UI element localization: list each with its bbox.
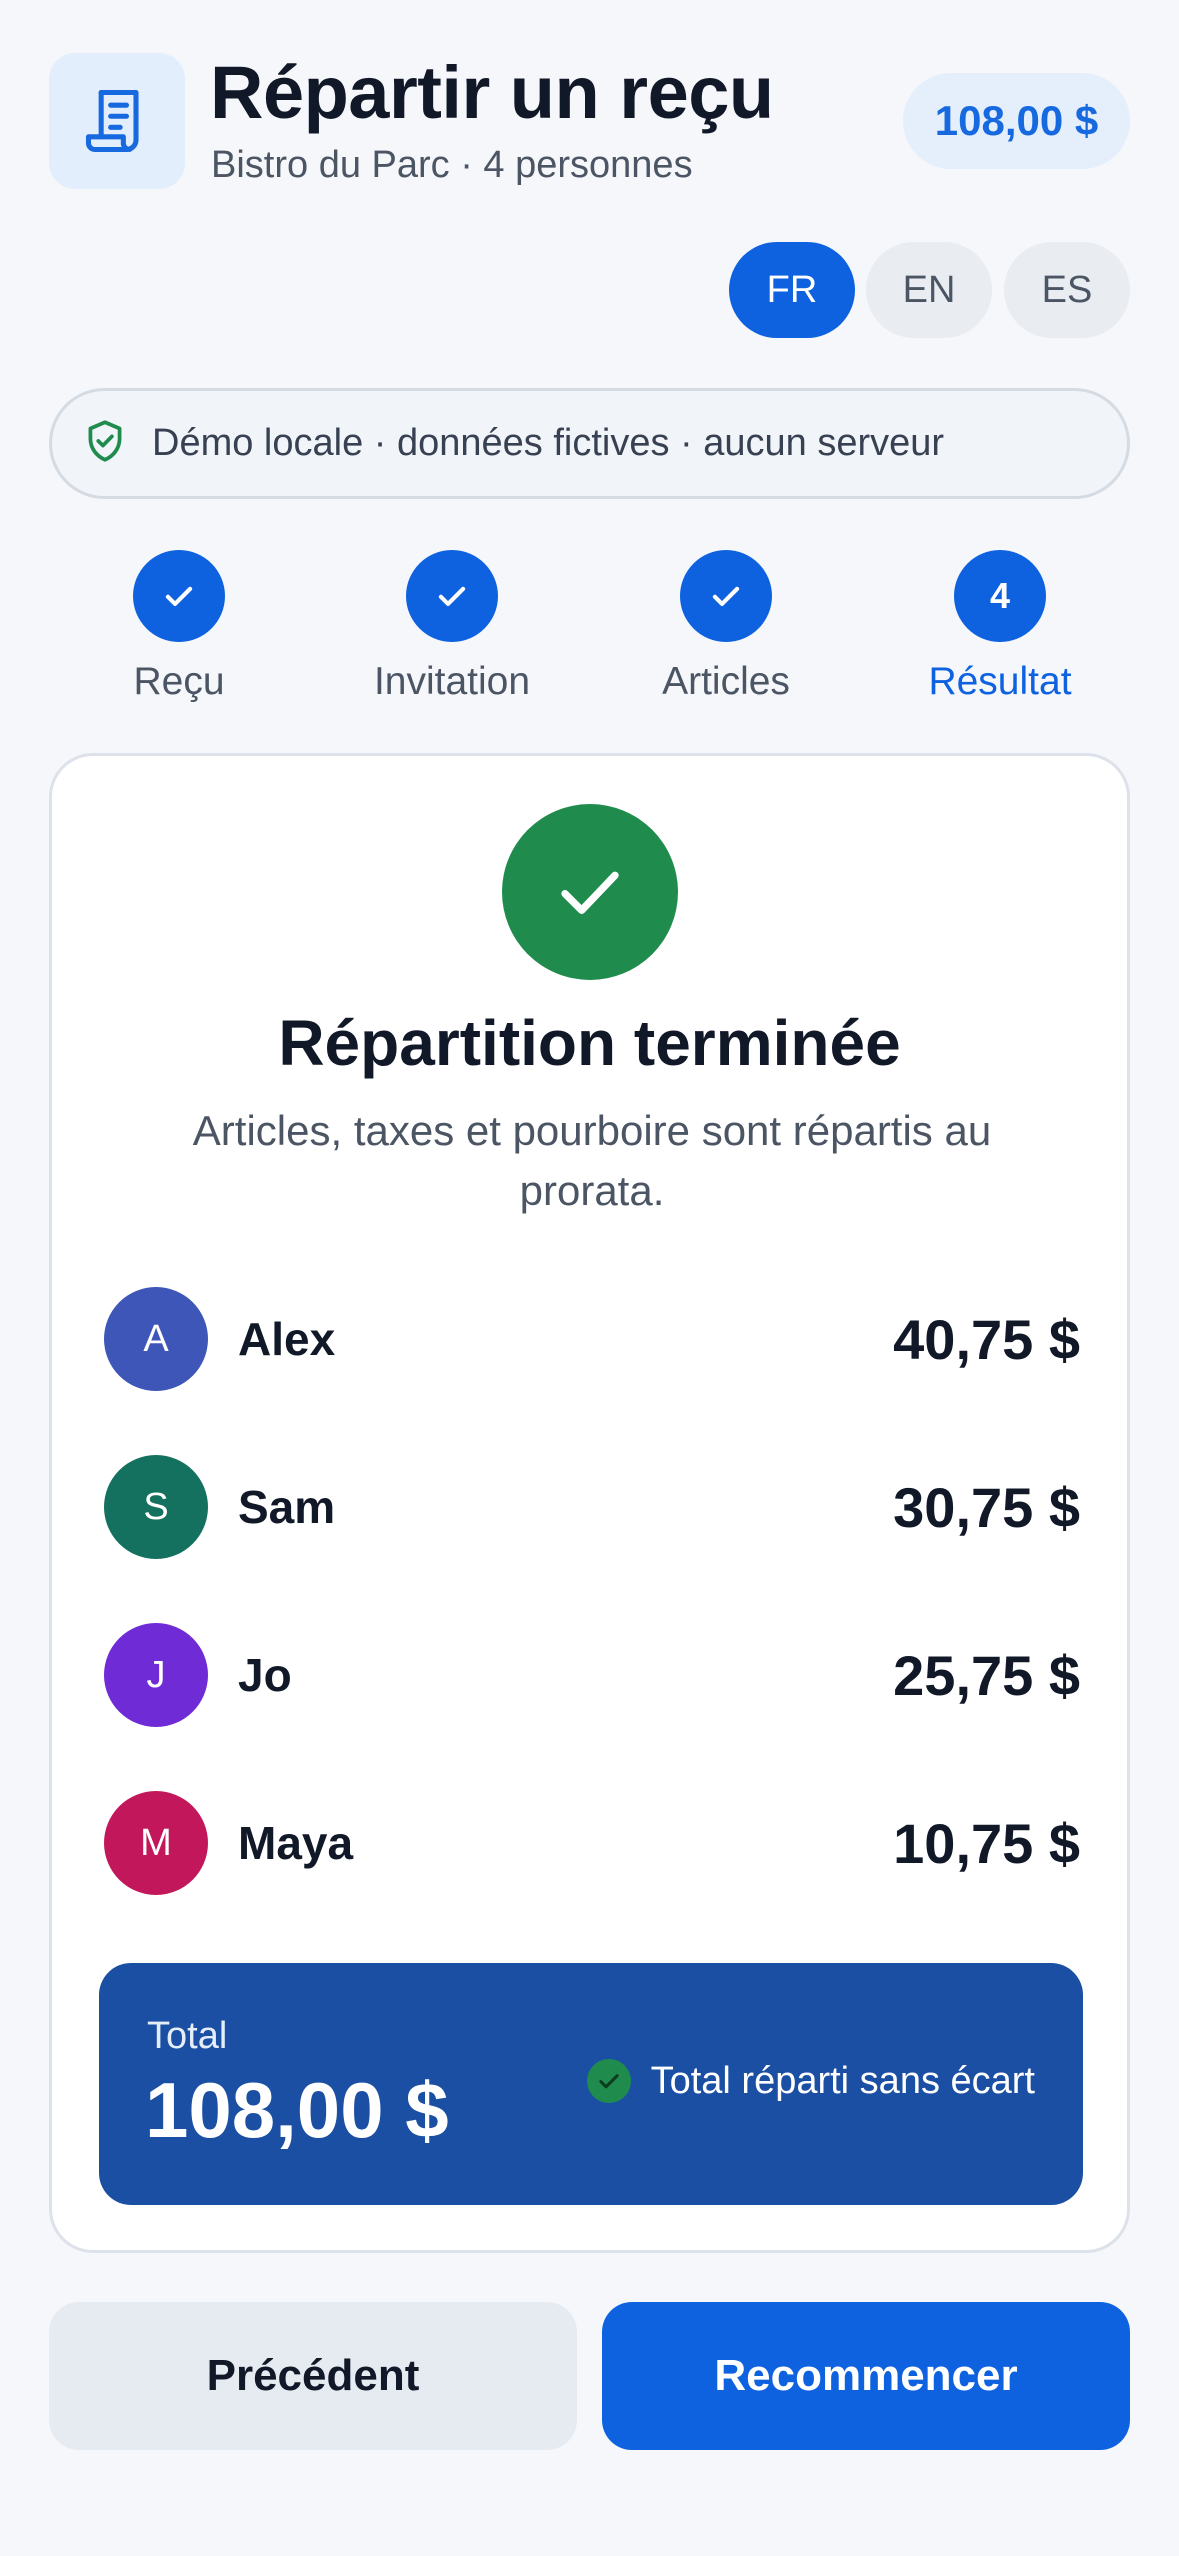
step-invitation: Invitation [342, 550, 562, 704]
step-done-check-icon [680, 550, 772, 642]
total-status: Total réparti sans écart [586, 2059, 1035, 2103]
person-name: Jo [238, 1649, 292, 1701]
checkmark-icon [502, 804, 678, 980]
step-done-check-icon [133, 550, 225, 642]
avatar: J [104, 1623, 208, 1727]
person-amount: 10,75 $ [893, 1811, 1080, 1875]
step-done-check-icon [406, 550, 498, 642]
page-subtitle: Bistro du Parc · 4 personnes [211, 144, 693, 186]
person-name: Alex [238, 1313, 336, 1365]
step-number: 4 [954, 550, 1046, 642]
result-card: Répartition terminée Articles, taxes et … [49, 753, 1130, 2253]
check-circle-icon [586, 2059, 631, 2103]
language-fr-button[interactable]: FR [729, 242, 855, 338]
receipt-icon [49, 53, 185, 189]
step-label: Reçu [133, 660, 225, 703]
previous-button[interactable]: Précédent [49, 2302, 577, 2450]
total-value: 108,00 $ [145, 2066, 449, 2154]
step-label: Résultat [928, 660, 1072, 703]
person-row: S Sam 30,75 $ [104, 1455, 1080, 1559]
split-receipt-screen: Répartir un reçu Bistro du Parc · 4 pers… [0, 0, 1179, 2556]
step-articles: Articles [616, 550, 836, 704]
avatar: M [104, 1791, 208, 1895]
step-result: 4 Résultat [890, 550, 1110, 704]
restart-button[interactable]: Recommencer [602, 2302, 1130, 2450]
language-es-button[interactable]: ES [1004, 242, 1130, 338]
avatar: S [104, 1455, 208, 1559]
person-amount: 40,75 $ [893, 1307, 1080, 1371]
demo-notice-banner: Démo locale · données fictives · aucun s… [49, 388, 1130, 499]
step-label: Invitation [373, 660, 531, 703]
step-label: Articles [662, 660, 790, 703]
total-summary: Total 108,00 $ Total réparti sans écart [99, 1963, 1083, 2205]
receipt-total-badge: 108,00 $ [903, 73, 1130, 169]
person-row: A Alex 40,75 $ [104, 1287, 1080, 1391]
page-title: Répartir un reçu [210, 51, 774, 134]
demo-notice-text: Démo locale · données fictives · aucun s… [152, 422, 945, 464]
shield-check-icon [80, 416, 130, 471]
person-name: Maya [238, 1817, 354, 1869]
person-row: M Maya 10,75 $ [104, 1791, 1080, 1895]
person-amount: 30,75 $ [893, 1475, 1080, 1539]
person-row: J Jo 25,75 $ [104, 1623, 1080, 1727]
step-receipt: Reçu [69, 550, 289, 704]
language-en-button[interactable]: EN [866, 242, 992, 338]
person-amount: 25,75 $ [893, 1643, 1080, 1707]
total-label: Total [147, 2015, 228, 2057]
person-name: Sam [238, 1481, 336, 1533]
result-title: Répartition terminée [278, 1007, 901, 1079]
avatar: A [104, 1287, 208, 1391]
total-status-text: Total réparti sans écart [650, 2059, 1035, 2102]
result-description: Articles, taxes et pourboire sont répart… [192, 1107, 992, 1214]
